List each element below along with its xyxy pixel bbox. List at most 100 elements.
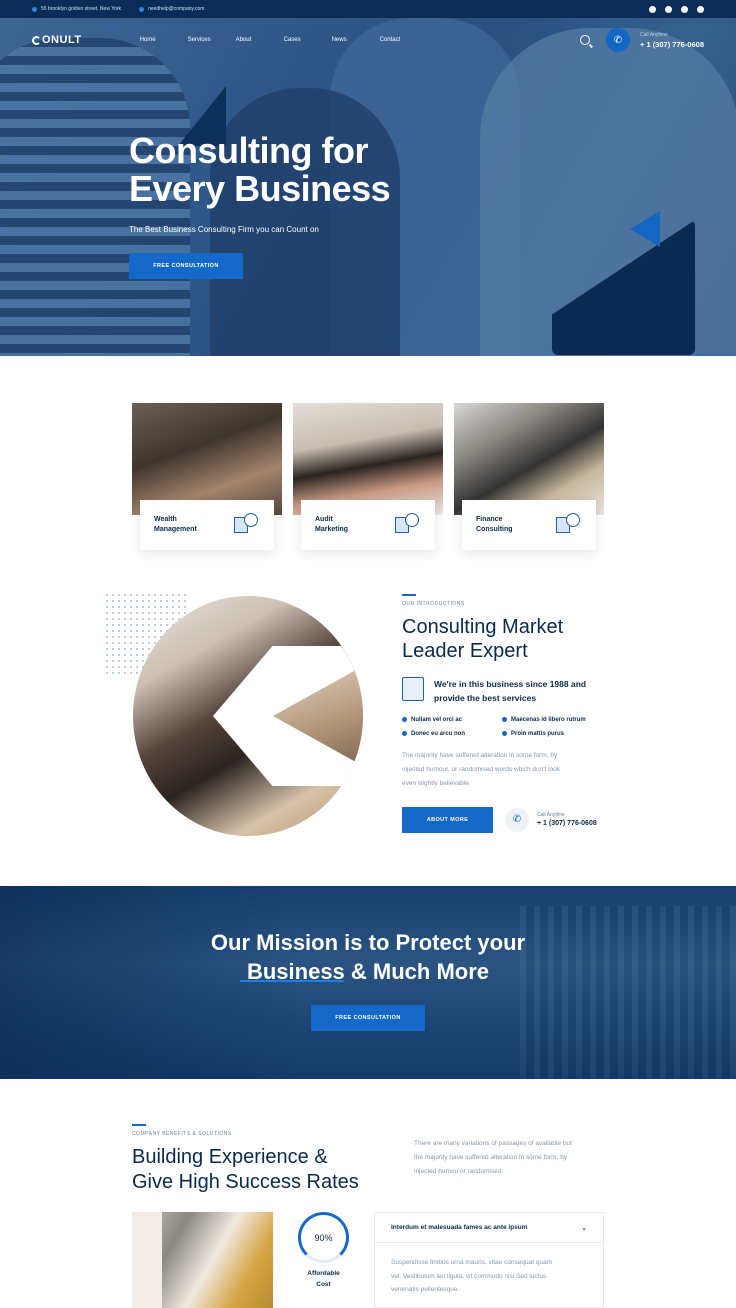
twitter-icon[interactable] — [649, 5, 656, 13]
mission-title: Our Mission is to Protect your Business … — [0, 928, 736, 986]
free-consultation-button[interactable]: FREE CONSULTATION — [129, 253, 243, 279]
nav-item-news[interactable]: News — [332, 37, 380, 43]
nav-item-contact[interactable]: Contact — [380, 37, 428, 43]
benefits-title-line: Give High Success Rates — [132, 1170, 359, 1193]
service-title-line: Wealth — [154, 516, 177, 523]
logo[interactable]: ONULT — [32, 34, 82, 46]
body-line: even slightly believable. — [402, 779, 471, 787]
accordion-header[interactable]: Interdum et malesuada fames ac ante ipsu… — [375, 1213, 603, 1243]
hero-title-line: Consulting for — [129, 130, 368, 171]
address-item: 55 brooklyn golden street. New York — [32, 6, 121, 12]
phone-number[interactable]: + 1 (307) 776-0608 — [640, 40, 704, 49]
pinterest-icon[interactable] — [681, 5, 688, 13]
intro-section: OUR INTRODUCTIONS Consulting Market Lead… — [402, 594, 622, 833]
service-photo — [454, 403, 604, 515]
location-icon — [32, 6, 37, 12]
service-photo — [132, 403, 282, 515]
nav-menu: Home Services About Cases News Contact — [140, 37, 428, 43]
since-line: provide the best services — [434, 692, 537, 703]
service-photo — [293, 403, 443, 515]
free-consultation-button[interactable]: FREE CONSULTATION — [311, 1005, 425, 1031]
service-title-line: Management — [154, 526, 197, 533]
accordion-line: venenatis pellentesque. — [391, 1286, 460, 1293]
phone-icon[interactable]: ✆ — [505, 807, 529, 832]
progress-label: Affordable Cost — [298, 1268, 349, 1290]
benefits-section: COMPANY BENEFITS & SOLUTIONS Building Ex… — [132, 1124, 392, 1195]
service-card-finance[interactable]: Finance Consulting — [454, 403, 604, 553]
nav-item-home[interactable]: Home — [140, 37, 188, 43]
top-bar: 55 brooklyn golden street. New York need… — [0, 0, 736, 18]
check-item: Donec eu arcu non — [402, 731, 502, 737]
hero-title: Consulting for Every Business — [129, 132, 449, 208]
accordion-title: Interdum et malesuada fames ac ante ipsu… — [391, 1224, 528, 1231]
chevron-down-icon[interactable]: ⌄ — [581, 1224, 587, 1232]
main-nav: ONULT Home Services About Cases News Con… — [0, 18, 736, 62]
email-item[interactable]: needhelp@company.com — [139, 6, 204, 12]
intro-call-block: Call Anytime + 1 (307) 776-0608 — [537, 812, 597, 827]
hero-decor-triangle — [630, 211, 660, 247]
intro-cta-row: ABOUT MORE ✆ Call Anytime + 1 (307) 776-… — [402, 806, 622, 833]
hero-background-person — [210, 88, 400, 356]
body-line: injected humour, or randomised words whi… — [402, 765, 561, 773]
check-icon — [402, 717, 407, 722]
nav-item-about[interactable]: About — [236, 37, 284, 43]
search-icon[interactable] — [579, 35, 590, 45]
facebook-icon[interactable] — [665, 5, 672, 13]
photo-window-detail — [132, 1212, 162, 1308]
description-line: the majority have suffered alteration in… — [414, 1154, 568, 1161]
service-label[interactable]: Audit Marketing — [301, 500, 435, 550]
since-block: We're in this business since 1988 and pr… — [402, 676, 622, 705]
accordion-line: vel. Vestibulum leo ligula, vit commodo … — [391, 1272, 547, 1280]
service-title-line: Marketing — [315, 526, 349, 533]
intro-title-line: Leader Expert — [402, 639, 528, 662]
nav-call-block: Call Anytime + 1 (307) 776-0608 — [640, 32, 704, 49]
service-title-line: Consulting — [476, 526, 513, 533]
logo-text: ONULT — [42, 34, 82, 46]
phone-icon[interactable]: ✆ — [605, 28, 630, 52]
mission-title-line: Our Mission is to Protect your — [210, 930, 526, 955]
progress-ring: 90% — [298, 1212, 349, 1263]
nav-item-services[interactable]: Services — [188, 37, 236, 43]
service-card-wealth[interactable]: Wealth Management — [132, 403, 282, 553]
benefits-eyebrow: COMPANY BENEFITS & SOLUTIONS — [132, 1130, 232, 1137]
since-text: We're in this business since 1988 and pr… — [434, 677, 586, 705]
instagram-icon[interactable] — [697, 5, 704, 13]
check-label: Proin mattis purus — [511, 730, 565, 737]
email-link[interactable]: needhelp@company.com — [148, 6, 204, 12]
document-icon — [402, 676, 424, 701]
nav-item-cases[interactable]: Cases — [284, 37, 332, 43]
progress-label-line: Affordable — [307, 1270, 340, 1277]
check-icon — [502, 731, 507, 736]
intro-title-line: Consulting Market — [402, 615, 564, 638]
intro-eyebrow: OUR INTRODUCTIONS — [402, 600, 465, 607]
check-item: Maecenas id libero rutrum — [502, 717, 612, 723]
check-label: Maecenas id libero rutrum — [511, 716, 586, 723]
address-text: 55 brooklyn golden street. New York — [41, 6, 122, 12]
intro-body-text: The majority have suffered alteration in… — [402, 749, 602, 791]
body-line: The majority have suffered alteration in… — [402, 751, 558, 759]
about-more-button[interactable]: ABOUT MORE — [402, 806, 493, 833]
intro-title: Consulting Market Leader Expert — [402, 615, 622, 663]
service-label[interactable]: Finance Consulting — [462, 500, 596, 550]
progress-label-line: Cost — [316, 1281, 331, 1288]
eyebrow-line — [402, 594, 416, 596]
progress-value: 90% — [314, 1232, 333, 1243]
benefits-photo — [132, 1212, 273, 1308]
check-item: Proin mattis purus — [502, 731, 612, 737]
description-line: injected humou or randomised. — [414, 1168, 504, 1175]
phone-number[interactable]: + 1 (307) 776-0608 — [537, 820, 597, 827]
service-card-audit[interactable]: Audit Marketing — [293, 403, 443, 553]
service-label[interactable]: Wealth Management — [140, 500, 274, 550]
service-title-line: Finance — [476, 516, 503, 523]
logo-mark-icon — [32, 35, 41, 45]
accordion-content: Suspendisse finibus urna mauris, vitae c… — [375, 1243, 603, 1308]
benefits-description: There are many variations of passages of… — [414, 1137, 604, 1179]
since-line: We're in this business since 1988 and — [434, 678, 587, 689]
audit-icon — [395, 513, 421, 537]
benefits-title-line: Building Experience & — [132, 1145, 328, 1168]
faq-accordion: Interdum et malesuada fames ac ante ipsu… — [374, 1212, 604, 1308]
hero-subtitle: The Best Business Consulting Firm you ca… — [129, 225, 319, 234]
description-line: There are many variations of passages of… — [414, 1140, 572, 1147]
call-label: Call Anytime — [639, 31, 668, 38]
check-label: Nullam vel orci ac — [411, 716, 463, 723]
